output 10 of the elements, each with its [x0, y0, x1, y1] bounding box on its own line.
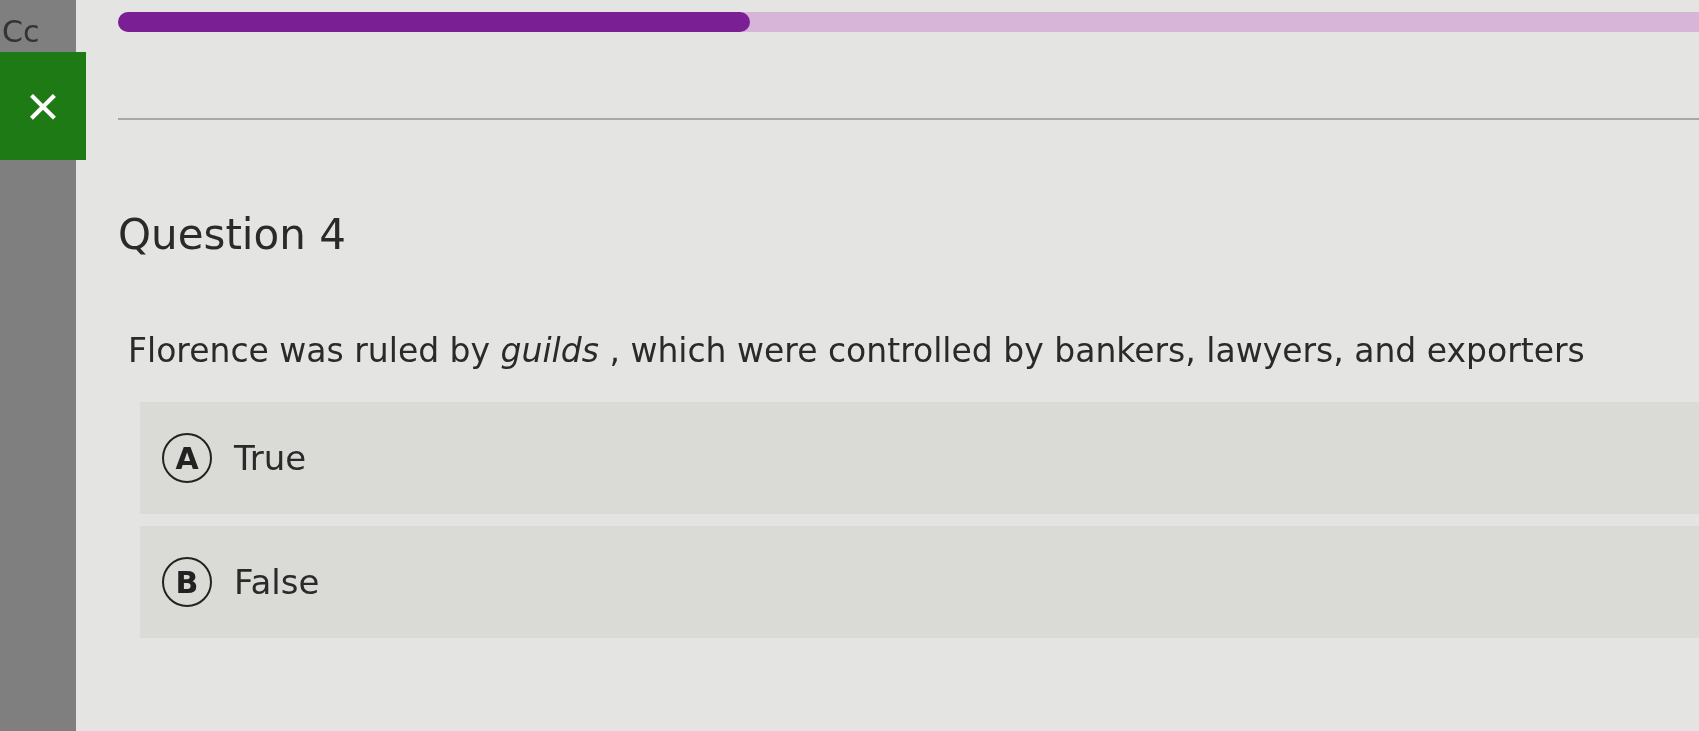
answer-option[interactable]: A True [140, 402, 1699, 514]
question-text: Florence was ruled by guilds , which were controlled by bankers, lawyers, and exporters [128, 331, 1586, 370]
option-letter: A [162, 433, 212, 483]
question-title: Question 4 [118, 210, 347, 259]
sidebar-text: Cc [1, 13, 41, 51]
option-letter: B [162, 557, 212, 607]
option-label: True [234, 438, 307, 478]
option-label: False [234, 562, 320, 602]
close-button[interactable]: × [0, 52, 86, 160]
answer-option[interactable]: B False [140, 526, 1699, 638]
